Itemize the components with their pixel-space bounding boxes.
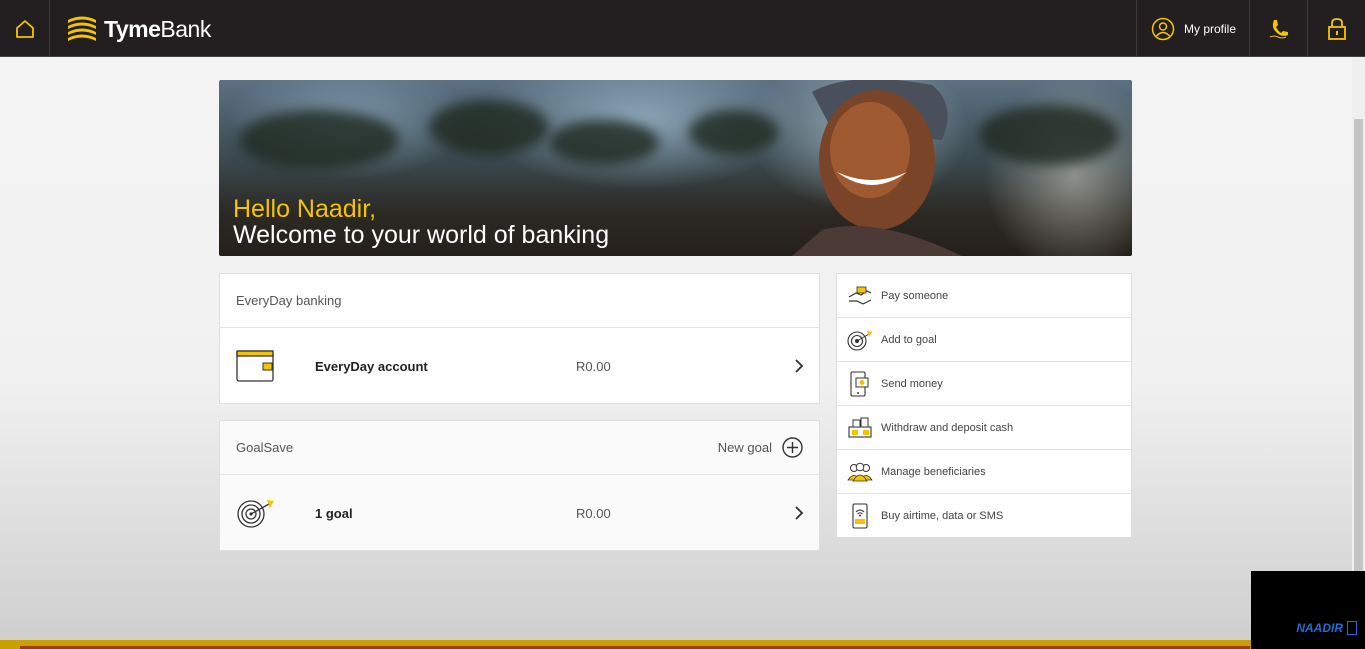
- tymebank-logo-icon: [68, 16, 96, 41]
- chevron-right-icon: [795, 506, 804, 520]
- scrollbar-thumb[interactable]: [1354, 119, 1363, 629]
- watermark-text: NAADIR: [1296, 621, 1343, 635]
- profile-icon: [1151, 17, 1175, 40]
- action-add-to-goal[interactable]: Add to goal: [837, 318, 1131, 362]
- goal-balance: R0.00: [576, 505, 611, 521]
- home-icon: [15, 19, 34, 38]
- everyday-account-name: EveryDay account: [315, 358, 428, 374]
- action-label: Pay someone: [881, 289, 949, 302]
- action-label: Send money: [881, 377, 943, 390]
- my-profile-button[interactable]: My profile: [1136, 0, 1250, 57]
- banner-person-photo: [792, 80, 962, 256]
- add-to-goal-icon: [847, 327, 873, 353]
- airtime-icon: [847, 503, 873, 529]
- banner-tree-shape: [689, 110, 779, 155]
- quick-actions-list: Pay someone Add to goal Send money Withd…: [836, 273, 1132, 538]
- brand-name: TymeBank: [104, 15, 211, 42]
- action-manage-beneficiaries[interactable]: Manage beneficiaries: [837, 450, 1131, 494]
- banner-tree-shape: [549, 120, 659, 165]
- withdraw-deposit-icon: [847, 415, 873, 441]
- phone-icon: [1269, 19, 1288, 38]
- page-scrollbar[interactable]: [1352, 57, 1365, 629]
- send-money-icon: [847, 370, 873, 397]
- my-profile-label: My profile: [1183, 21, 1236, 36]
- banner-tree-shape: [979, 105, 1119, 165]
- goalsave-panel: GoalSave New goal 1 goal R0.00: [219, 420, 820, 551]
- everyday-banking-panel: EveryDay banking EveryDay account R0.00: [219, 273, 820, 404]
- action-pay-someone[interactable]: Pay someone: [837, 274, 1131, 318]
- greeting-text: Hello Naadir,: [233, 195, 377, 223]
- everyday-banking-heading: EveryDay banking: [220, 274, 819, 328]
- banner-greeting: Hello Naadir, Welcome to your world of b…: [233, 196, 609, 248]
- everyday-account-balance: R0.00: [576, 358, 611, 374]
- beneficiaries-icon: [847, 459, 873, 485]
- target-icon: [237, 500, 274, 528]
- watermark-icon: [1347, 621, 1357, 635]
- action-withdraw-deposit[interactable]: Withdraw and deposit cash: [837, 406, 1131, 450]
- action-label: Manage beneficiaries: [881, 465, 986, 478]
- chevron-right-icon: [795, 359, 804, 373]
- new-goal-label: New goal: [717, 440, 772, 455]
- call-button[interactable]: [1249, 0, 1308, 57]
- top-navigation-bar: TymeBank My profile: [0, 0, 1365, 57]
- action-buy-airtime[interactable]: Buy airtime, data or SMS: [837, 494, 1131, 538]
- pay-someone-icon: [847, 283, 873, 309]
- welcome-banner: Hello Naadir, Welcome to your world of b…: [219, 80, 1132, 256]
- goalsave-header: GoalSave New goal: [220, 421, 819, 475]
- action-send-money[interactable]: Send money: [837, 362, 1131, 406]
- action-label: Withdraw and deposit cash: [881, 421, 1014, 434]
- banner-tree-shape: [429, 100, 549, 155]
- home-button[interactable]: [0, 0, 50, 57]
- logout-lock-button[interactable]: [1307, 0, 1365, 57]
- lock-icon: [1327, 17, 1346, 40]
- action-label: Buy airtime, data or SMS: [881, 510, 1004, 522]
- action-label: Add to goal: [881, 333, 937, 346]
- tymebank-logo[interactable]: TymeBank: [65, 12, 211, 46]
- everyday-account-row[interactable]: EveryDay account R0.00: [220, 328, 819, 404]
- wallet-icon: [236, 350, 274, 382]
- goal-count: 1 goal: [315, 505, 353, 521]
- goal-row[interactable]: 1 goal R0.00: [220, 475, 819, 551]
- welcome-text: Welcome to your world of banking: [233, 221, 610, 249]
- goalsave-heading: GoalSave: [236, 440, 294, 455]
- plus-circle-icon: [782, 437, 803, 458]
- banner-tree-shape: [239, 110, 399, 170]
- channel-watermark: NAADIR: [1251, 571, 1365, 649]
- new-goal-button[interactable]: New goal: [718, 437, 803, 458]
